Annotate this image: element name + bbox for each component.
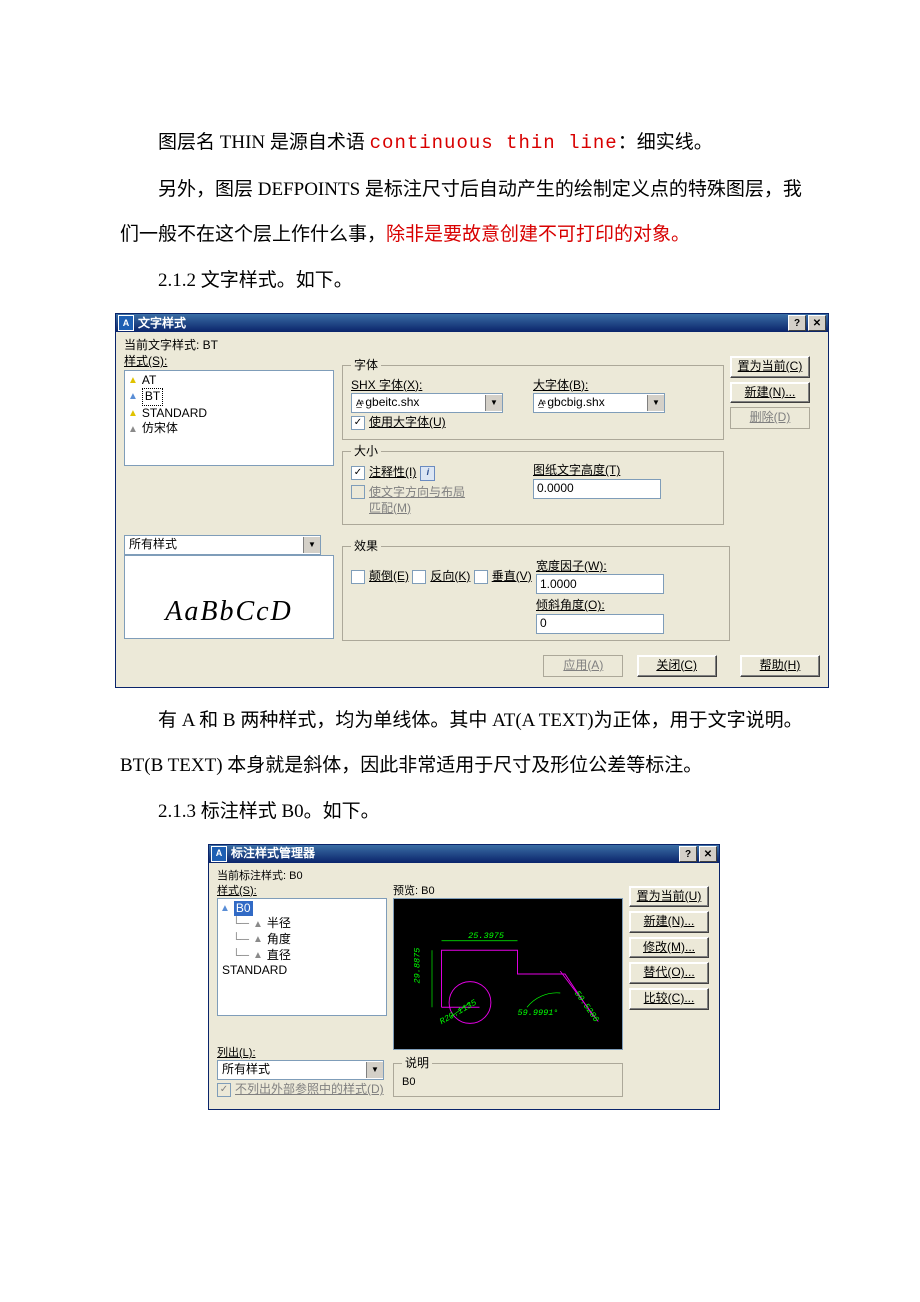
close-button[interactable]: ✕ (808, 315, 826, 331)
use-bigfont-check[interactable]: ✓使用大字体(U) (351, 415, 446, 431)
bigfont-label: 大字体(B): (533, 378, 715, 394)
preview-box: AaBbCcD (124, 555, 334, 639)
paragraph-thin: 图层名 THIN 是源自术语 continuous thin line：细实线。 (120, 120, 810, 167)
height-input[interactable]: 0.0000 (533, 479, 661, 499)
style-icon: ▲ (253, 918, 263, 931)
vertical-check[interactable]: 垂直(V) (474, 569, 532, 585)
new-button[interactable]: 新建(N)... (730, 382, 810, 404)
shx-font-combo[interactable]: A̲ͣ gbeitc.shx▼ (351, 393, 503, 413)
dialog-title: 标注样式管理器 (231, 846, 315, 862)
chevron-down-icon: ▼ (647, 395, 664, 411)
oblique-input[interactable]: 0 (536, 614, 664, 634)
app-icon: A (211, 846, 227, 862)
desc-group: 说明 B0 (393, 1056, 623, 1097)
upside-down-check[interactable]: 颠倒(E) (351, 569, 409, 585)
dim-arc: R20.1135 (438, 998, 479, 1027)
delete-button: 删除(D) (730, 407, 810, 429)
dim-left: 29.8875 (413, 947, 423, 983)
style-icon: ▲ (128, 407, 138, 420)
current-dim-label: 当前标注样式: B0 (217, 869, 711, 883)
dim-top: 25.3975 (468, 931, 504, 941)
titlebar: A 标注样式管理器 ? ✕ (209, 845, 719, 863)
paragraph-defpoints: 另外，图层 DEFPOINTS 是标注尺寸后自动产生的绘制定义点的特殊图层，我们… (120, 167, 810, 258)
close2-button[interactable]: 关闭(C) (637, 655, 717, 677)
dim-preview: 25.3975 29.8875 R20.1135 59.9991° 50.528… (393, 898, 623, 1050)
compare-button[interactable]: 比较(C)... (629, 988, 709, 1010)
set-current-button[interactable]: 置为当前(C) (730, 356, 810, 378)
styles-label: 样式(S): (217, 884, 387, 898)
style-icon: ▲ (128, 423, 138, 436)
text-style-dialog: A 文字样式 ? ✕ 当前文字样式: BT 样式(S): ▲AT ▲BT ▲ST… (115, 313, 829, 687)
effects-group: 效果 颠倒(E) 反向(K) 垂直(V) 宽度因子(W): 1.0000 倾斜角… (342, 539, 730, 641)
width-factor-label: 宽度因子(W): (536, 559, 721, 575)
dialog-title: 文字样式 (138, 316, 186, 332)
chevron-down-icon: ▼ (366, 1062, 383, 1078)
width-factor-input[interactable]: 1.0000 (536, 574, 664, 594)
bigfont-combo[interactable]: A̲ͣ gbcbig.shx▼ (533, 393, 665, 413)
titlebar: A 文字样式 ? ✕ (116, 314, 828, 332)
chevron-down-icon: ▼ (485, 395, 502, 411)
override-button[interactable]: 替代(O)... (629, 962, 709, 984)
height-label: 图纸文字高度(T) (533, 463, 715, 479)
preview-label: 预览: B0 (393, 884, 623, 898)
dim-diag: 50.5286 (572, 989, 601, 1024)
style-filter-combo[interactable]: 所有样式▼ (124, 535, 321, 555)
chevron-down-icon: ▼ (303, 537, 320, 553)
size-group: 大小 ✓注释性(I) i 使文字方向与布局 匹配(M) 图纸文字高度(T) 0.… (342, 444, 724, 525)
list-label: 列出(L): (217, 1046, 387, 1060)
apply-button: 应用(A) (543, 655, 623, 677)
help-button[interactable]: ? (679, 846, 697, 862)
list-combo[interactable]: 所有样式▼ (217, 1060, 384, 1080)
style-icon: ▲ (253, 933, 263, 946)
current-style-label: 当前文字样式: BT (124, 338, 820, 354)
app-icon: A (118, 315, 134, 331)
section-2-1-2: 2.1.2 文字样式。如下。 (120, 258, 810, 304)
oblique-label: 倾斜角度(O): (536, 598, 721, 614)
section-2-1-3: 2.1.3 标注样式 B0。如下。 (120, 789, 810, 835)
match-layout-check: 使文字方向与布局 匹配(M) (351, 485, 465, 516)
backwards-check[interactable]: 反向(K) (412, 569, 470, 585)
set-current-button[interactable]: 置为当前(U) (629, 886, 709, 908)
dim-ang: 59.9991° (518, 1008, 559, 1018)
shx-font-label: SHX 字体(X): (351, 378, 533, 394)
no-external-check: ✓不列出外部参照中的样式(D) (217, 1082, 384, 1098)
modify-button[interactable]: 修改(M)... (629, 937, 709, 959)
dim-style-tree[interactable]: ▲B0 └─▲半径 └─▲角度 └─▲直径 STANDARD (217, 898, 387, 1016)
style-icon: ▲ (128, 390, 138, 403)
style-icon: ▲ (220, 902, 230, 915)
annotative-check[interactable]: ✓注释性(I) i (351, 465, 435, 481)
close-button[interactable]: ✕ (699, 846, 717, 862)
dim-style-dialog: A 标注样式管理器 ? ✕ 当前标注样式: B0 样式(S): ▲B0 └─▲半… (208, 844, 720, 1109)
style-list[interactable]: ▲AT ▲BT ▲STANDARD ▲仿宋体 (124, 370, 334, 466)
font-group: 字体 SHX 字体(X): A̲ͣ gbeitc.shx▼ ✓使用大字体(U) … (342, 358, 724, 440)
styles-label: 样式(S): (124, 354, 334, 370)
new-button[interactable]: 新建(N)... (629, 911, 709, 933)
style-icon: ▲ (253, 949, 263, 962)
info-icon[interactable]: i (420, 466, 435, 481)
paragraph-styles-ab: 有 A 和 B 两种样式，均为单线体。其中 AT(A TEXT)为正体，用于文字… (120, 698, 810, 789)
style-icon: ▲ (128, 374, 138, 387)
help-button[interactable]: ? (788, 315, 806, 331)
help2-button[interactable]: 帮助(H) (740, 655, 820, 677)
desc-text: B0 (402, 1075, 614, 1089)
